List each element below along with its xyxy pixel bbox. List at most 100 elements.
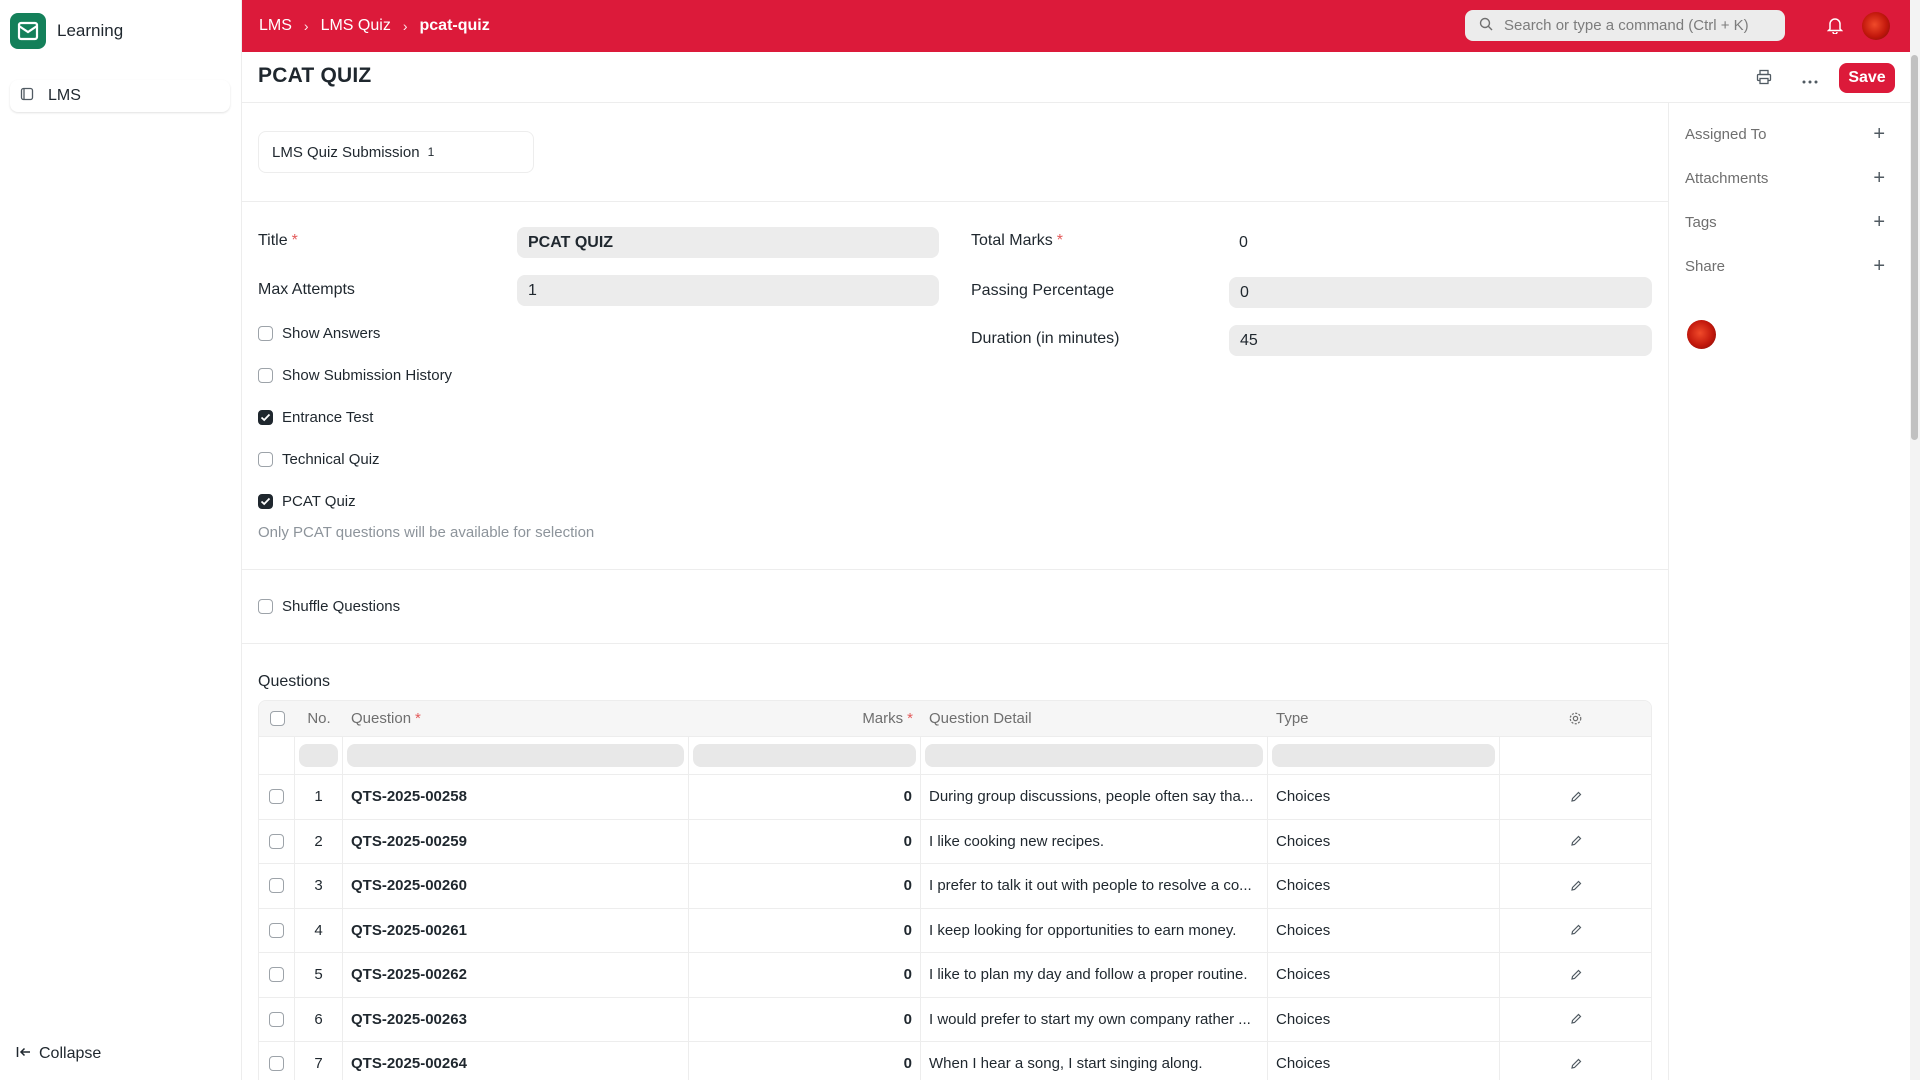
assigned-to-row[interactable]: Assigned To + — [1685, 124, 1885, 144]
add-assignee-plus-icon[interactable]: + — [1873, 124, 1885, 144]
breadcrumb-current[interactable]: pcat-quiz — [420, 17, 490, 35]
learning-app-logo-icon — [10, 13, 46, 49]
technical-quiz-checkbox[interactable]: Technical Quiz — [258, 451, 380, 468]
shuffle-questions-checkbox[interactable]: Shuffle Questions — [258, 598, 400, 615]
pcat-quiz-checkbox[interactable]: PCAT Quiz — [258, 493, 356, 510]
table-row[interactable]: 2 QTS-2025-00259 0 I like cooking new re… — [259, 819, 1651, 864]
breadcrumb-lms[interactable]: LMS — [259, 17, 292, 35]
max-attempts-field[interactable]: 1 — [517, 275, 939, 306]
edit-pencil-icon[interactable] — [1500, 909, 1651, 953]
row-marks[interactable]: 0 — [689, 953, 921, 997]
row-marks[interactable]: 0 — [689, 864, 921, 908]
row-detail: I would prefer to start my own company r… — [921, 997, 1268, 1041]
show-answers-checkbox[interactable]: Show Answers — [258, 325, 380, 342]
select-all-checkbox[interactable] — [269, 711, 285, 726]
row-question[interactable]: QTS-2025-00259 — [343, 819, 689, 863]
column-settings-gear-icon[interactable] — [1500, 701, 1651, 736]
add-tag-plus-icon[interactable]: + — [1873, 212, 1885, 232]
user-avatar[interactable] — [1862, 12, 1890, 40]
share-row[interactable]: Share + — [1685, 256, 1885, 276]
filter-detail[interactable] — [921, 737, 1268, 774]
save-button[interactable]: Save — [1839, 63, 1895, 93]
row-question[interactable]: QTS-2025-00262 — [343, 953, 689, 997]
notification-bell-icon[interactable] — [1826, 16, 1844, 38]
connection-lms-quiz-submission[interactable]: LMS Quiz Submission 1 — [258, 131, 534, 173]
checkbox-box[interactable] — [258, 326, 273, 341]
duration-field[interactable]: 45 — [1229, 325, 1652, 356]
row-no: 1 — [295, 775, 343, 819]
row-marks[interactable]: 0 — [689, 997, 921, 1041]
row-no: 7 — [295, 1042, 343, 1080]
row-question[interactable]: QTS-2025-00264 — [343, 1042, 689, 1080]
edit-pencil-icon[interactable] — [1500, 953, 1651, 997]
entrance-test-checkbox[interactable]: Entrance Test — [258, 409, 373, 426]
checkbox-box-checked[interactable] — [258, 410, 273, 425]
collapse-sidebar-button[interactable]: Collapse — [16, 1045, 101, 1063]
connection-label: LMS Quiz Submission — [272, 143, 420, 161]
filter-marks[interactable] — [689, 737, 921, 774]
edit-pencil-icon[interactable] — [1500, 820, 1651, 864]
table-row[interactable]: 1 QTS-2025-00258 0 During group discussi… — [259, 775, 1651, 820]
filter-type[interactable] — [1268, 737, 1500, 774]
checkbox-box-checked[interactable] — [258, 494, 273, 509]
row-marks[interactable]: 0 — [689, 775, 921, 819]
checkbox-label: Entrance Test — [282, 409, 374, 426]
print-button[interactable] — [1746, 64, 1782, 94]
breadcrumb-lms-quiz[interactable]: LMS Quiz — [321, 17, 391, 35]
search-input[interactable]: Search or type a command (Ctrl + K) — [1465, 10, 1785, 41]
row-checkbox[interactable] — [269, 922, 284, 938]
edit-pencil-icon[interactable] — [1500, 864, 1651, 908]
checkbox-box[interactable] — [258, 368, 273, 383]
row-select-cell — [259, 997, 295, 1041]
row-type: Choices — [1268, 997, 1500, 1041]
table-row[interactable]: 4 QTS-2025-00261 0 I keep looking for op… — [259, 908, 1651, 953]
tags-row[interactable]: Tags + — [1685, 212, 1885, 232]
column-header-no: No. — [307, 710, 331, 727]
row-marks[interactable]: 0 — [689, 819, 921, 863]
app-brand[interactable]: Learning — [10, 13, 123, 49]
more-dots-icon — [1802, 71, 1818, 88]
tags-label: Tags — [1685, 213, 1717, 231]
row-checkbox[interactable] — [269, 878, 284, 894]
row-marks[interactable]: 0 — [689, 1042, 921, 1080]
checkbox-box[interactable] — [258, 452, 273, 467]
sidebar-item-lms[interactable]: LMS — [10, 80, 230, 112]
filter-no[interactable] — [295, 737, 343, 774]
table-row[interactable]: 5 QTS-2025-00262 0 I like to plan my day… — [259, 953, 1651, 998]
checkbox-label: PCAT Quiz — [282, 493, 356, 510]
table-row[interactable]: 7 QTS-2025-00264 0 When I hear a song, I… — [259, 1042, 1651, 1080]
title-field[interactable]: PCAT QUIZ — [517, 227, 939, 258]
row-checkbox[interactable] — [269, 1011, 284, 1027]
row-marks[interactable]: 0 — [689, 908, 921, 952]
table-row[interactable]: 6 QTS-2025-00263 0 I would prefer to sta… — [259, 997, 1651, 1042]
row-question[interactable]: QTS-2025-00260 — [343, 864, 689, 908]
table-row[interactable]: 3 QTS-2025-00260 0 I prefer to talk it o… — [259, 864, 1651, 909]
edit-pencil-icon[interactable] — [1500, 1042, 1651, 1080]
filter-question[interactable] — [343, 737, 689, 774]
chevron-right-icon: › — [402, 18, 408, 34]
add-attachment-plus-icon[interactable]: + — [1873, 168, 1885, 188]
owner-avatar[interactable] — [1687, 320, 1716, 349]
edit-pencil-icon[interactable] — [1500, 998, 1651, 1042]
header-divider — [242, 102, 1910, 103]
row-type: Choices — [1268, 1042, 1500, 1080]
add-share-plus-icon[interactable]: + — [1873, 256, 1885, 276]
row-question[interactable]: QTS-2025-00263 — [343, 997, 689, 1041]
passing-percentage-field[interactable]: 0 — [1229, 277, 1652, 308]
edit-pencil-icon[interactable] — [1500, 775, 1651, 819]
attachments-row[interactable]: Attachments + — [1685, 168, 1885, 188]
checkbox-box[interactable] — [258, 599, 273, 614]
row-checkbox[interactable] — [269, 1056, 284, 1072]
page-scrollbar-thumb[interactable] — [1911, 55, 1918, 440]
row-checkbox[interactable] — [269, 967, 284, 983]
questions-table: No. Question * Marks * Question Detail Typ… — [258, 700, 1652, 1080]
row-checkbox[interactable] — [269, 789, 284, 805]
sidebar-item-label: LMS — [48, 87, 81, 104]
row-question[interactable]: QTS-2025-00258 — [343, 775, 689, 819]
row-checkbox[interactable] — [269, 833, 284, 849]
checkbox-label: Show Answers — [282, 325, 381, 342]
more-actions-button[interactable] — [1792, 64, 1828, 94]
row-select-cell — [259, 1042, 295, 1080]
show-submission-history-checkbox[interactable]: Show Submission History — [258, 367, 452, 384]
row-question[interactable]: QTS-2025-00261 — [343, 908, 689, 952]
